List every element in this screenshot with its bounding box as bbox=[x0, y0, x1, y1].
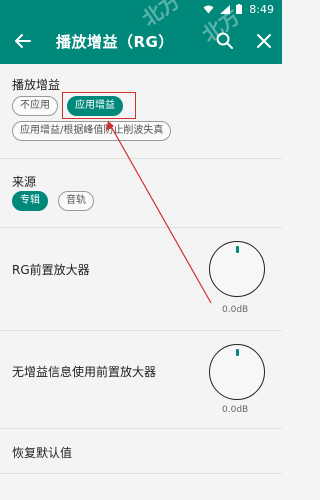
rg-preamp-row[interactable]: RG前置放大器 0.0dB bbox=[0, 228, 282, 330]
chip-no-apply[interactable]: 不应用 bbox=[12, 96, 58, 116]
chip-apply-gain-prevent-clipping[interactable]: 应用增益/根据峰值防止削波失真 bbox=[12, 121, 172, 141]
knob-indicator bbox=[236, 246, 239, 253]
no-gain-preamp-row[interactable]: 无增益信息使用前置放大器 0.0dB bbox=[0, 331, 282, 426]
knob-indicator bbox=[236, 349, 239, 356]
chip-track[interactable]: 音轨 bbox=[58, 191, 94, 211]
no-gain-preamp-value: 0.0dB bbox=[222, 405, 249, 415]
signal-icon bbox=[220, 4, 230, 14]
divider bbox=[0, 473, 282, 474]
status-icons bbox=[203, 4, 242, 14]
source-title: 来源 bbox=[12, 175, 37, 189]
search-icon[interactable] bbox=[215, 31, 235, 51]
app-bar: 播放增益（RG） bbox=[0, 18, 282, 64]
back-arrow-icon[interactable] bbox=[12, 30, 34, 52]
no-gain-preamp-label: 无增益信息使用前置放大器 bbox=[12, 365, 157, 379]
rg-preamp-label: RG前置放大器 bbox=[12, 263, 90, 277]
chip-album[interactable]: 专辑 bbox=[12, 191, 48, 211]
wifi-icon bbox=[203, 5, 214, 13]
status-bar: 8:49 bbox=[0, 0, 282, 18]
source-section: 来源 专辑 音轨 bbox=[0, 159, 282, 225]
page-title: 播放增益（RG） bbox=[56, 33, 174, 51]
rg-preamp-value: 0.0dB bbox=[222, 305, 249, 315]
no-gain-preamp-knob[interactable] bbox=[209, 344, 265, 400]
replay-gain-section: 播放增益 不应用 应用增益 应用增益/根据峰值防止削波失真 bbox=[0, 64, 282, 158]
close-icon[interactable] bbox=[254, 31, 274, 51]
annotation-highlight-box bbox=[62, 92, 136, 119]
battery-icon bbox=[236, 4, 242, 14]
reset-label: 恢复默认值 bbox=[12, 446, 73, 460]
rg-preamp-knob[interactable] bbox=[209, 241, 265, 297]
status-time: 8:49 bbox=[249, 3, 274, 16]
reset-row[interactable]: 恢复默认值 bbox=[0, 429, 282, 473]
replay-gain-title: 播放增益 bbox=[12, 78, 61, 92]
